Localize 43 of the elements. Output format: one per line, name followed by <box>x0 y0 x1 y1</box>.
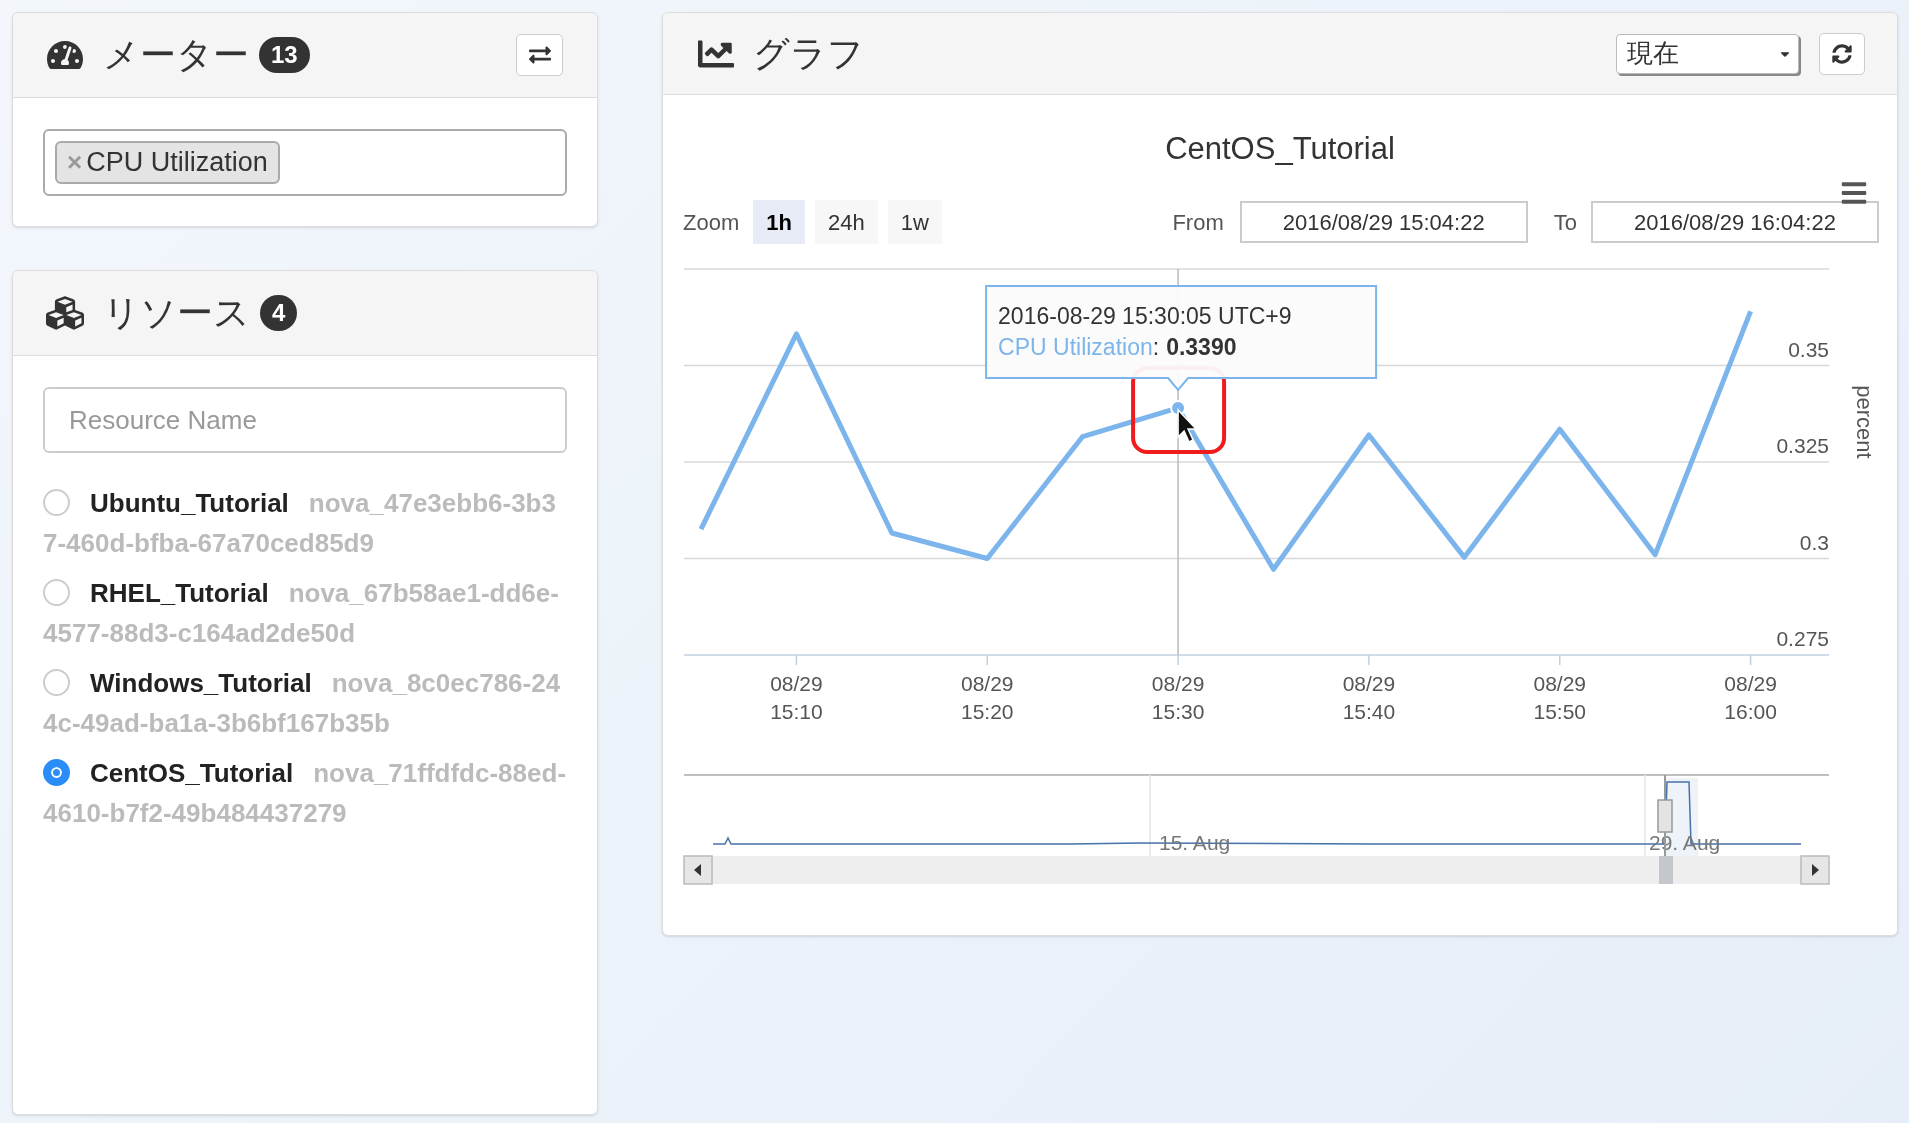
x-axis-label: 08/29 15:10 <box>770 672 823 723</box>
radio-button[interactable] <box>43 759 70 786</box>
tag-label: CPU Utilization <box>86 146 268 180</box>
from-date-field[interactable]: 2016/08/29 15:04:22 <box>1239 201 1528 243</box>
refresh-button[interactable] <box>1819 32 1865 75</box>
zoom-button[interactable]: 1w <box>887 200 942 244</box>
x-axis-label: 08/29 16:00 <box>1724 672 1777 723</box>
scrollbar[interactable] <box>683 855 1830 885</box>
zoom-button[interactable]: 1h <box>753 200 805 244</box>
radio-button[interactable] <box>43 669 70 696</box>
x-axis-label: 08/29 15:20 <box>960 672 1014 723</box>
chart-title: CentOS_Tutorial <box>1165 130 1395 168</box>
x-axis-label: 08/29 15:30 <box>1151 672 1205 723</box>
y-axis-title: percent <box>1852 385 1871 459</box>
period-select[interactable]: 現在 <box>1616 33 1799 74</box>
radio-button[interactable] <box>43 489 70 516</box>
resource-option[interactable]: CentOS_Tutorial nova_71ffdfdc-88ed-4610-b7f2-49b484437279 <box>43 753 567 833</box>
tag-input-field[interactable]: ×CPU Utilization <box>43 129 567 196</box>
to-label: To <box>1553 208 1577 237</box>
cubes-icon <box>43 294 87 332</box>
cursor-icon <box>1177 408 1198 443</box>
count-badge: 4 <box>260 295 298 331</box>
y-axis-label: 0.325 <box>1776 434 1829 457</box>
y-axis-label: 0.35 <box>1788 337 1829 361</box>
y-axis-label: 0.275 <box>1776 627 1829 650</box>
from-label: From <box>1172 208 1224 237</box>
tooltip-time: 2016-08-29 15:30:05 UTC+9 <box>998 303 1292 329</box>
zoom-button[interactable]: 24h <box>814 200 878 244</box>
radio-button[interactable] <box>43 579 70 606</box>
x-axis-label: 08/29 15:40 <box>1342 672 1396 723</box>
panel-title: グラフ <box>753 31 864 76</box>
panel-title: メーター <box>103 33 249 77</box>
y-axis-label: 0.3 <box>1799 530 1829 554</box>
panel-title: リソース <box>103 291 250 335</box>
resource-search-field[interactable]: Resource Name <box>43 387 567 453</box>
swap-button[interactable] <box>516 34 563 76</box>
count-badge: 13 <box>259 37 310 73</box>
swap-icon <box>528 44 551 66</box>
zoom-label: Zoom <box>683 208 740 237</box>
refresh-icon <box>1832 43 1852 64</box>
x-axis-label: 08/29 15:50 <box>1533 672 1587 723</box>
tooltip-value: CPU Utilization: 0.3390 <box>998 334 1237 360</box>
to-date-field[interactable]: 2016/08/29 16:04:22 <box>1591 201 1879 243</box>
